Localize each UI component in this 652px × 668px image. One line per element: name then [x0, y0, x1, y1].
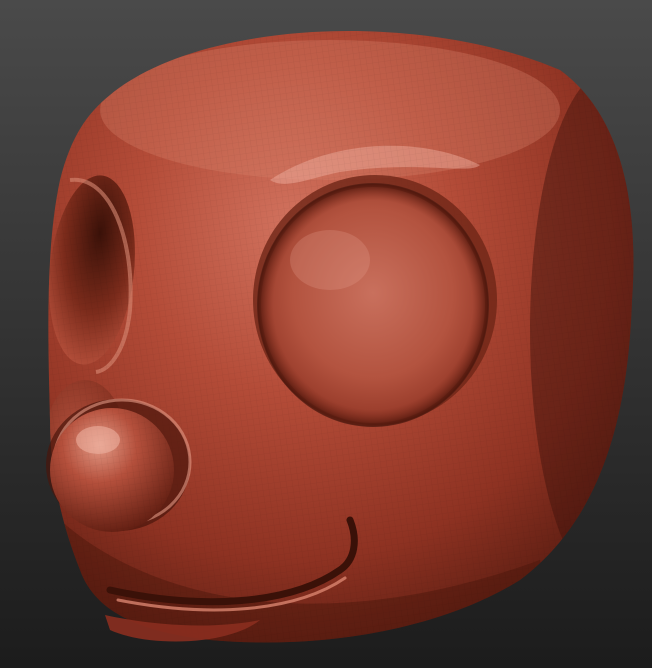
3d-model-render[interactable] [0, 0, 652, 668]
viewport-canvas[interactable] [0, 0, 652, 668]
eye-socket-glint [290, 230, 370, 290]
right-eye-socket [253, 175, 497, 427]
nose-highlight [76, 426, 120, 454]
